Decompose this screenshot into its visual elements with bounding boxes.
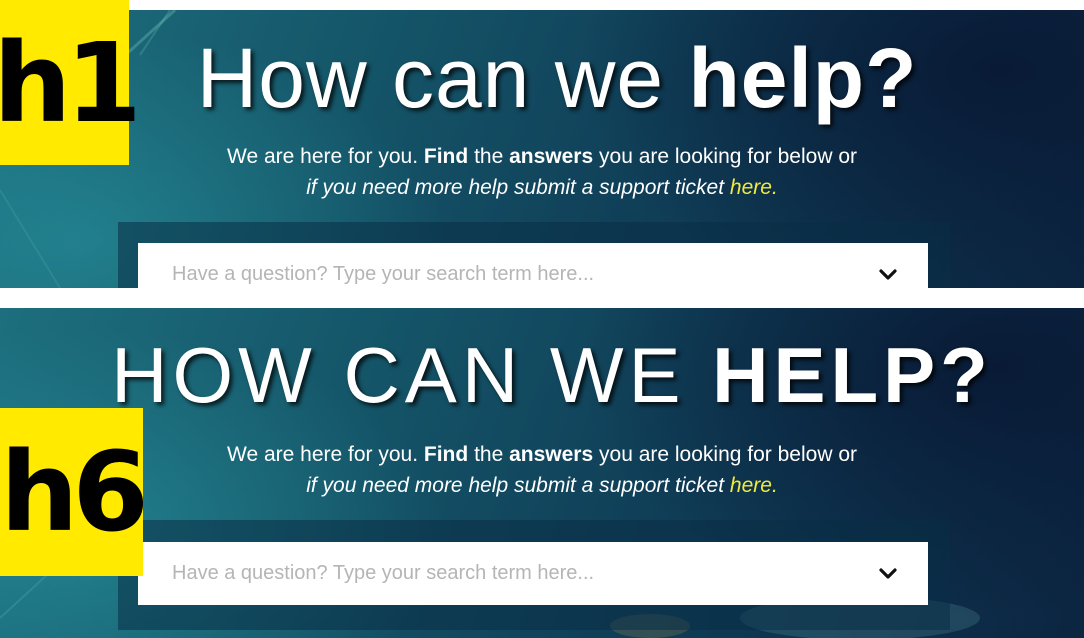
heading-level-tag-h6: h6	[0, 408, 149, 576]
search-input[interactable]	[170, 262, 878, 287]
search-box[interactable]	[138, 542, 928, 605]
chevron-down-icon[interactable]	[878, 268, 898, 282]
hero-panel-h1: How can we help? We are here for you. Fi…	[0, 10, 1084, 288]
chevron-down-icon[interactable]	[878, 567, 898, 581]
hero-panel-h6: HOW CAN WE HELP? We are here for you. Fi…	[0, 308, 1084, 638]
search-input[interactable]	[170, 561, 878, 586]
heading-level-tag-h1: h1	[0, 0, 142, 165]
support-ticket-link[interactable]: here.	[730, 176, 778, 199]
page-heading: HOW CAN WE HELP?	[111, 331, 993, 419]
search-box[interactable]	[138, 243, 928, 288]
hero-subtitle: We are here for you. Find the answers yo…	[227, 443, 857, 497]
hero-subtitle: We are here for you. Find the answers yo…	[227, 145, 857, 199]
support-ticket-link[interactable]: here.	[730, 474, 778, 497]
page-heading: How can we help?	[196, 31, 918, 125]
